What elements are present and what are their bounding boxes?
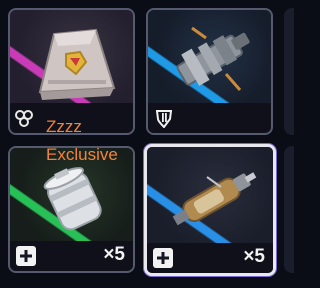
overlay-text-line2: Exclusive [46,145,118,164]
overlay-text-line1: Zzzz [46,117,82,136]
weapon-mod-icon [176,26,250,91]
supply-crate-icon [38,28,116,100]
inventory-grid: ×5 ×5 Zzzz Exclusive [0,0,294,288]
inventory-slot-partial [284,8,294,135]
link-cluster-icon [14,108,34,128]
quantity-label: ×5 [243,246,265,267]
inventory-slot-injector[interactable]: ×5 [144,144,276,276]
stim-injector-icon [172,172,257,226]
inventory-slot-partial [284,146,294,273]
plus-icon [16,246,36,266]
shield-emblem-icon [154,108,174,128]
plus-icon [153,248,173,268]
quantity-label: ×5 [103,244,125,265]
inventory-slot-weapon-mod[interactable] [146,8,273,135]
